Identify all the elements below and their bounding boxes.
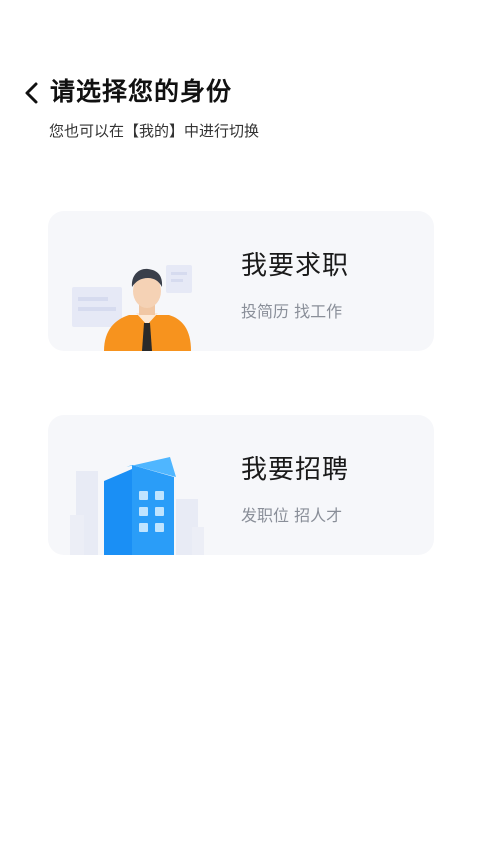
back-button[interactable] bbox=[18, 78, 48, 108]
job-seeker-person-icon bbox=[72, 265, 192, 351]
page-subtitle: 您也可以在【我的】中进行切换 bbox=[49, 122, 260, 140]
recruiter-card[interactable]: 我要招聘 发职位 招人才 bbox=[48, 415, 434, 555]
job-seeker-card[interactable]: 我要求职 投简历 找工作 bbox=[48, 211, 434, 351]
recruiter-title: 我要招聘 bbox=[241, 455, 350, 485]
recruiter-description: 发职位 招人才 bbox=[241, 506, 343, 525]
chevron-left-icon bbox=[25, 82, 38, 104]
job-seeker-description: 投简历 找工作 bbox=[241, 302, 343, 321]
job-seeker-title: 我要求职 bbox=[241, 251, 350, 281]
page-header: 请选择您的身份 您也可以在【我的】中进行切换 bbox=[0, 66, 480, 156]
office-building-icon bbox=[70, 457, 204, 555]
page-title: 请选择您的身份 bbox=[50, 77, 233, 106]
